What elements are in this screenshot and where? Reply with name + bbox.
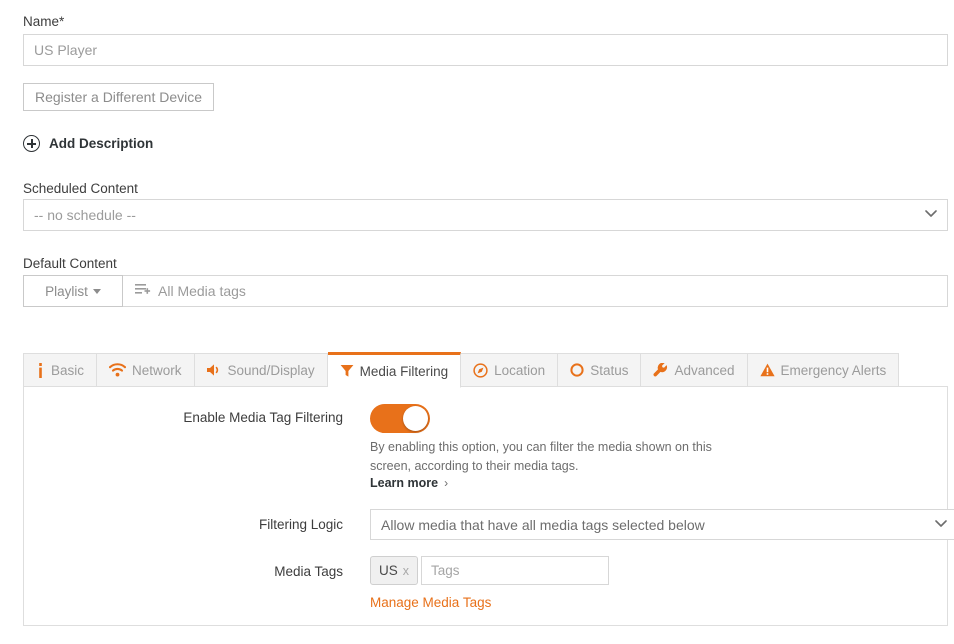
tab-media-filtering[interactable]: Media Filtering xyxy=(327,352,462,388)
enable-media-tag-filtering-label: Enable Media Tag Filtering xyxy=(183,410,343,425)
chevron-down-icon xyxy=(935,519,947,530)
circle-icon xyxy=(570,363,584,377)
list-add-icon xyxy=(135,283,151,300)
filter-icon xyxy=(340,364,354,378)
name-label: Name* xyxy=(23,14,65,29)
enable-media-tag-filtering-toggle[interactable] xyxy=(370,404,430,433)
filtering-logic-value: Allow media that have all media tags sel… xyxy=(381,516,705,533)
tab-basic[interactable]: Basic xyxy=(23,353,98,387)
media-tags-label: Media Tags xyxy=(274,564,343,579)
tab-sound-display-label: Sound/Display xyxy=(227,362,315,378)
default-media-tags-field[interactable]: All Media tags xyxy=(123,275,948,307)
tab-network-label: Network xyxy=(132,362,182,378)
chevron-right-icon: › xyxy=(444,476,449,490)
tab-status[interactable]: Status xyxy=(558,353,642,387)
register-different-device-button[interactable]: Register a Different Device xyxy=(23,83,215,111)
default-media-tags-text: All Media tags xyxy=(158,283,246,299)
media-tag-chip[interactable]: US x xyxy=(370,556,419,585)
speaker-icon xyxy=(206,363,222,377)
filtering-logic-label: Filtering Logic xyxy=(258,517,343,532)
default-content-label: Default Content xyxy=(23,256,117,271)
add-description-button[interactable]: Add Description xyxy=(23,135,153,152)
plus-circle-icon xyxy=(23,135,40,152)
scheduled-content-value: -- no schedule -- xyxy=(34,207,136,223)
media-tag-chip-label: US xyxy=(379,563,398,578)
tab-basic-label: Basic xyxy=(51,362,85,378)
tab-location-label: Location xyxy=(494,362,546,378)
tab-emergency-alerts-label: Emergency Alerts xyxy=(780,362,887,378)
device-settings-form: Name* US Player Register a Different Dev… xyxy=(0,0,954,644)
caret-down-icon xyxy=(92,288,101,294)
tab-emergency-alerts[interactable]: Emergency Alerts xyxy=(747,353,900,387)
filtering-logic-select[interactable]: Allow media that have all media tags sel… xyxy=(370,509,954,540)
tab-network[interactable]: Network xyxy=(97,353,195,387)
name-input[interactable]: US Player xyxy=(23,34,948,66)
scheduled-content-select[interactable]: -- no schedule -- xyxy=(23,199,948,231)
tab-media-filtering-label: Media Filtering xyxy=(359,363,449,379)
learn-more-label: Learn more xyxy=(370,476,439,490)
scheduled-content-label: Scheduled Content xyxy=(23,181,138,196)
chevron-down-icon xyxy=(925,210,937,221)
remove-tag-icon[interactable]: x xyxy=(403,564,409,578)
manage-media-tags-link[interactable]: Manage Media Tags xyxy=(370,595,491,610)
default-content-row: Playlist All Media tags xyxy=(23,275,948,307)
chevron-down-glyph xyxy=(925,210,937,217)
media-tags-input[interactable]: Tags xyxy=(421,556,610,585)
media-filtering-panel: Enable Media Tag Filtering By enabling t… xyxy=(23,386,954,626)
wrench-icon xyxy=(653,362,668,378)
list-add-glyph xyxy=(135,283,151,294)
compass-icon xyxy=(473,362,488,378)
tab-advanced[interactable]: Advanced xyxy=(641,353,748,387)
settings-tab-bar: Basic Network Sound/Display Media Filter… xyxy=(23,352,948,388)
tab-status-label: Status xyxy=(590,362,629,378)
add-description-label: Add Description xyxy=(49,136,154,151)
toggle-knob xyxy=(403,406,428,431)
info-icon xyxy=(36,362,45,378)
warning-triangle-icon xyxy=(759,363,775,377)
media-tags-input-group: US x Tags xyxy=(370,556,610,585)
wifi-icon xyxy=(109,363,127,377)
tab-advanced-label: Advanced xyxy=(674,362,735,378)
learn-more-link[interactable]: Learn more › xyxy=(370,476,448,490)
chevron-down-glyph xyxy=(935,519,947,527)
tab-sound-display[interactable]: Sound/Display xyxy=(194,353,328,387)
media-filtering-help-text: By enabling this option, you can filter … xyxy=(370,440,712,473)
playlist-label: Playlist xyxy=(45,283,88,299)
playlist-dropdown-button[interactable]: Playlist xyxy=(23,275,123,307)
tab-location[interactable]: Location xyxy=(461,353,559,387)
